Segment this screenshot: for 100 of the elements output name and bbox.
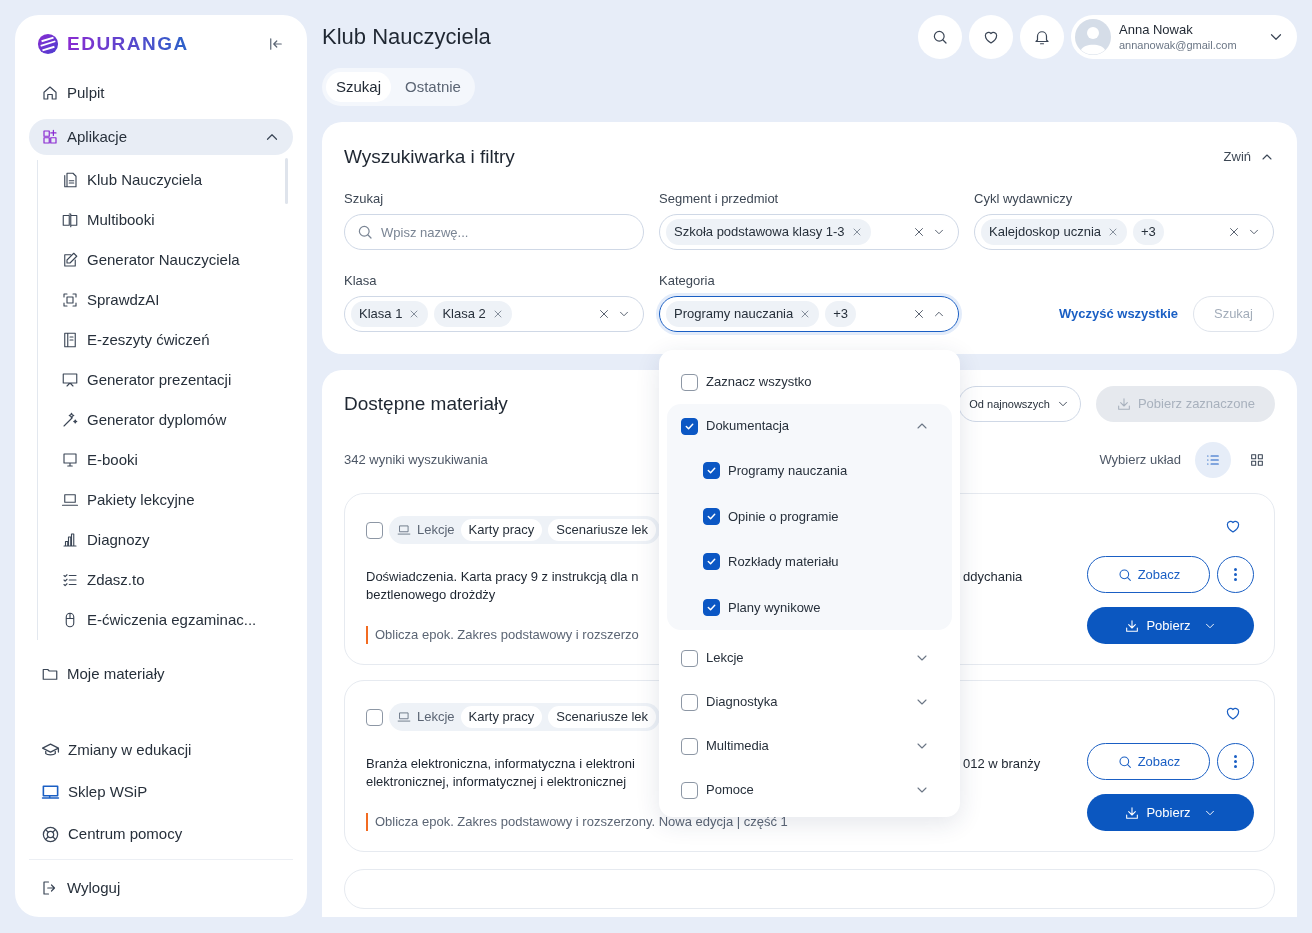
more-options-button[interactable] — [1217, 556, 1254, 593]
checkbox[interactable] — [681, 737, 698, 755]
checkbox[interactable] — [703, 462, 720, 480]
user-menu[interactable]: Anna Nowak annanowak@gmail.com — [1071, 15, 1297, 59]
menu-option[interactable]: Plany wynikowe — [667, 584, 952, 630]
menu-option[interactable]: Dokumentacja — [667, 404, 952, 448]
nav-item[interactable]: SprawdzAI — [38, 280, 293, 320]
clear-icon — [597, 307, 611, 321]
download-icon — [1115, 396, 1132, 412]
filter-chip[interactable]: Programy nauczania — [666, 301, 820, 327]
checklist-icon — [61, 571, 79, 589]
scroll-thumb[interactable] — [285, 158, 288, 204]
nav-item[interactable]: Sklep WSiP — [29, 774, 293, 810]
scan-icon — [61, 291, 79, 309]
filter-chip[interactable]: Szkoła podstawowa klasy 1-3 — [666, 219, 871, 245]
view-button[interactable]: Zobacz — [1087, 556, 1210, 593]
check-icon — [706, 465, 717, 477]
nav-item[interactable]: Moje materiały — [29, 656, 293, 692]
checkbox[interactable] — [366, 521, 383, 539]
result-title: ddychania — [963, 568, 1023, 586]
type-tag: Scenariusze lek — [548, 519, 657, 541]
nav-item[interactable]: Generator dyplomów — [38, 400, 293, 440]
nav-item[interactable]: Pakiety lekcyjne — [38, 480, 293, 520]
monitor-icon — [41, 782, 60, 802]
nav-item[interactable]: Generator prezentacji — [38, 360, 293, 400]
collapse-icon — [267, 35, 285, 53]
more-count-chip[interactable]: +3 — [825, 301, 857, 327]
collapse-sidebar-button[interactable] — [267, 35, 285, 53]
logout-link[interactable]: Wyloguj — [29, 870, 293, 906]
result-title: 012 w branży — [963, 755, 1041, 773]
collapse-button[interactable]: Zwiń — [1223, 147, 1275, 167]
nav-item[interactable]: Generator Nauczyciela — [38, 240, 293, 280]
nav-item[interactable]: Aplikacje — [29, 119, 293, 155]
view-button[interactable]: Zobacz — [1087, 743, 1210, 780]
download-icon — [1124, 617, 1141, 634]
layout-label: Wybierz układ — [1099, 451, 1181, 470]
nav-item[interactable]: E-booki — [38, 440, 293, 480]
favorites-button[interactable] — [969, 15, 1013, 59]
menu-option[interactable]: Lekcje — [667, 636, 952, 680]
checkbox[interactable] — [681, 417, 698, 435]
field-label: Segment i przedmiot — [659, 190, 780, 208]
nav-item[interactable]: Klub Nauczyciela — [38, 160, 293, 200]
download-button[interactable]: Pobierz — [1087, 794, 1254, 831]
avatar-icon — [1075, 19, 1111, 55]
menu-option[interactable]: Programy nauczania — [667, 448, 952, 494]
menu-option[interactable]: Multimedia — [667, 724, 952, 768]
checkbox[interactable] — [703, 553, 720, 571]
checkbox[interactable] — [681, 781, 698, 799]
search-field[interactable]: Wpisz nazwę... — [344, 214, 644, 250]
nav-item[interactable]: Centrum pomocy — [29, 816, 293, 852]
filter-chip[interactable]: Klasa 1 — [351, 301, 429, 327]
user-email: annanowak@gmail.com — [1119, 38, 1237, 52]
kebab-icon — [1234, 568, 1237, 581]
laptop-icon — [61, 491, 79, 509]
field-label: Klasa — [344, 272, 378, 290]
kebab-icon — [1234, 755, 1237, 768]
user-name: Anna Nowak — [1119, 22, 1194, 38]
search-icon — [1116, 566, 1133, 583]
search-button[interactable] — [918, 15, 962, 59]
document-icon — [61, 171, 79, 189]
filter-chip[interactable]: Kalejdoskop ucznia — [981, 219, 1128, 245]
checkbox[interactable] — [366, 708, 383, 726]
notifications-button[interactable] — [1020, 15, 1064, 59]
more-count-chip[interactable]: +3 — [1133, 219, 1164, 245]
menu-option[interactable]: Rozkłady materiału — [667, 539, 952, 585]
nav-item[interactable]: E-zeszyty ćwiczeń — [38, 320, 293, 360]
checkbox[interactable] — [681, 693, 698, 711]
download-button[interactable]: Pobierz — [1087, 607, 1254, 644]
clear-all-link[interactable]: Wyczyść wszystkie — [1058, 304, 1178, 324]
check-icon — [706, 601, 717, 613]
menu-option[interactable]: Pomoce — [667, 768, 952, 812]
field-label: Szukaj — [344, 190, 385, 208]
nav-item[interactable]: Diagnozy — [38, 520, 293, 560]
home-icon — [41, 84, 59, 102]
nav-item[interactable]: Zmiany w edukacji — [29, 732, 293, 768]
checkbox[interactable] — [681, 373, 698, 391]
search-icon — [356, 223, 374, 241]
sort-select[interactable]: Od najnowszych — [958, 386, 1081, 422]
grid-icon — [1249, 452, 1265, 468]
checkbox[interactable] — [681, 649, 698, 667]
menu-option[interactable]: Diagnostyka — [667, 680, 952, 724]
section-title: Wyszukiwarka i filtry — [344, 145, 515, 169]
more-options-button[interactable] — [1217, 743, 1254, 780]
tab[interactable]: Ostatnie — [395, 72, 471, 102]
multiselect-field[interactable]: Programy nauczania +3 — [659, 296, 959, 332]
checkbox[interactable] — [703, 507, 720, 525]
nav-item[interactable]: Pulpit — [29, 75, 293, 111]
nav-item[interactable]: E-ćwiczenia egzaminac... — [38, 600, 293, 640]
field-label: Cykl wydawniczy — [974, 190, 1074, 208]
nav-item[interactable]: Multibooki — [38, 200, 293, 240]
layout-toggle[interactable] — [1195, 442, 1231, 478]
filter-chip[interactable]: Klasa 2 — [434, 301, 512, 327]
nav-item[interactable]: Zdasz.to — [38, 560, 293, 600]
checkbox[interactable] — [703, 598, 720, 616]
tab[interactable]: Szukaj — [326, 72, 392, 102]
menu-option[interactable]: Opinie o programie — [667, 493, 952, 539]
field-label: Kategoria — [659, 272, 716, 290]
menu-option[interactable]: Zaznacz wszystko — [667, 362, 952, 402]
chart-icon — [61, 531, 79, 549]
edit-icon — [61, 251, 79, 269]
